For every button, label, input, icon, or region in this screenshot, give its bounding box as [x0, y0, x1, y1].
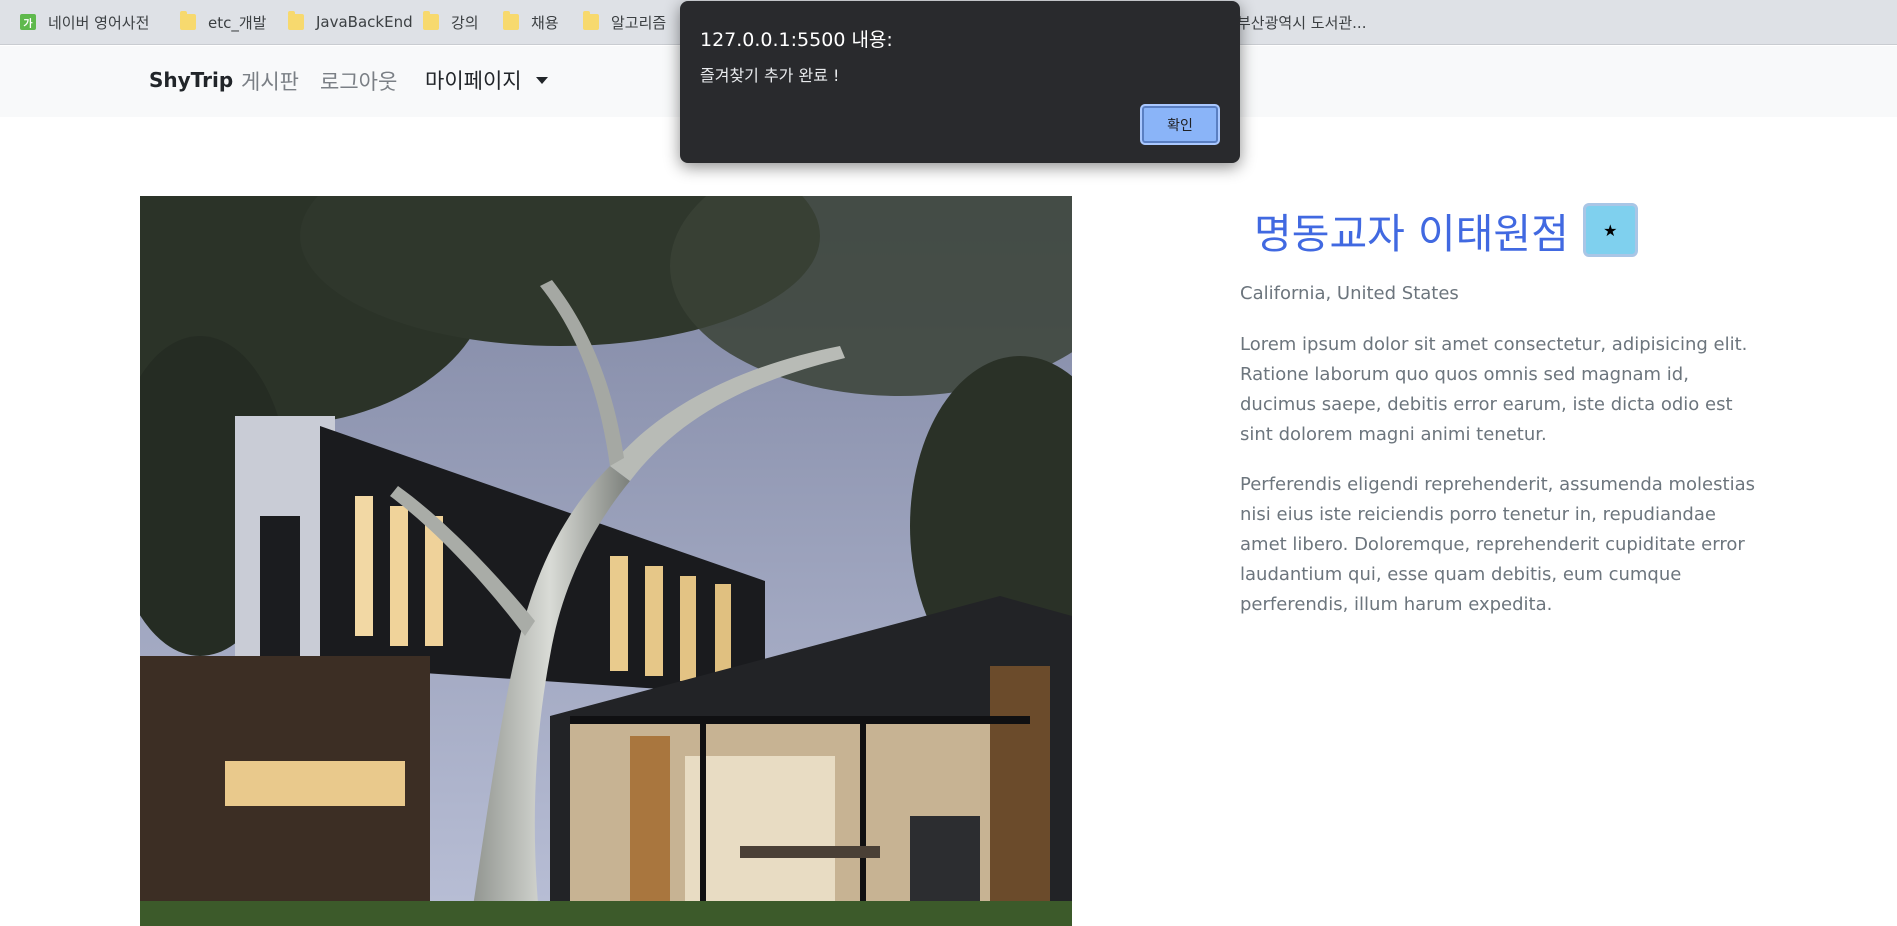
bookmark-label: 부산광역시 도서관... [1237, 13, 1367, 32]
bookmark-folder-algorithm[interactable]: 알고리즘 [583, 11, 666, 33]
bookmark-folder-hiring[interactable]: 채용 [503, 11, 559, 33]
folder-icon [423, 11, 439, 30]
description-paragraph-1: Lorem ipsum dolor sit amet consectetur, … [1240, 334, 1748, 445]
folder-icon [503, 11, 519, 30]
bookmark-folder-lecture[interactable]: 강의 [423, 11, 479, 33]
alert-title: 127.0.0.1:5500 내용: [700, 29, 893, 51]
caret-down-icon [535, 76, 548, 84]
folder-icon [583, 11, 599, 30]
place-location: California, United States [1240, 283, 1459, 304]
folder-icon [180, 11, 196, 30]
naver-dictionary-icon: 가 [20, 14, 36, 30]
alert-dialog: 127.0.0.1:5500 내용: 즐겨찾기 추가 완료 ! 확인 [680, 1, 1240, 163]
favorite-button[interactable]: ★ [1582, 203, 1638, 257]
bookmark-label: 알고리즘 [611, 13, 667, 32]
bookmark-folder-javabackend[interactable]: JavaBackEnd [288, 11, 413, 33]
alert-message: 즐겨찾기 추가 완료 ! [700, 66, 840, 85]
folder-icon [288, 11, 304, 30]
mypage-dropdown-label: 마이페이지 [425, 69, 522, 93]
mypage-dropdown[interactable]: 마이페이지 [425, 65, 548, 95]
description-paragraph-2: Perferendis eligendi reprehenderit, assu… [1240, 474, 1755, 615]
bookmark-folder-etc[interactable]: etc_개발 [180, 11, 266, 33]
bookmark-label: JavaBackEnd [316, 13, 413, 31]
navbar-brand[interactable]: ShyTrip [149, 68, 233, 92]
nav-link-logout[interactable]: 로그아웃 [320, 66, 397, 96]
star-icon: ★ [1603, 220, 1618, 240]
place-title: 명동교자 이태원점 [1254, 210, 1569, 258]
place-image [140, 196, 1072, 926]
bookmark-busan-library[interactable]: 부산광역시 도서관... [1237, 11, 1366, 33]
alert-ok-button[interactable]: 확인 [1140, 104, 1220, 145]
bookmark-label: 강의 [451, 13, 479, 32]
bookmark-label: etc_개발 [208, 13, 267, 32]
place-title-row: 명동교자 이태원점 ★ [1254, 200, 1638, 260]
bookmark-label: 채용 [531, 13, 559, 32]
bookmark-naver-dictionary[interactable]: 가 네이버 영어사전 [20, 11, 149, 33]
nav-link-board[interactable]: 게시판 [241, 66, 299, 96]
bookmark-label: 네이버 영어사전 [48, 13, 150, 32]
